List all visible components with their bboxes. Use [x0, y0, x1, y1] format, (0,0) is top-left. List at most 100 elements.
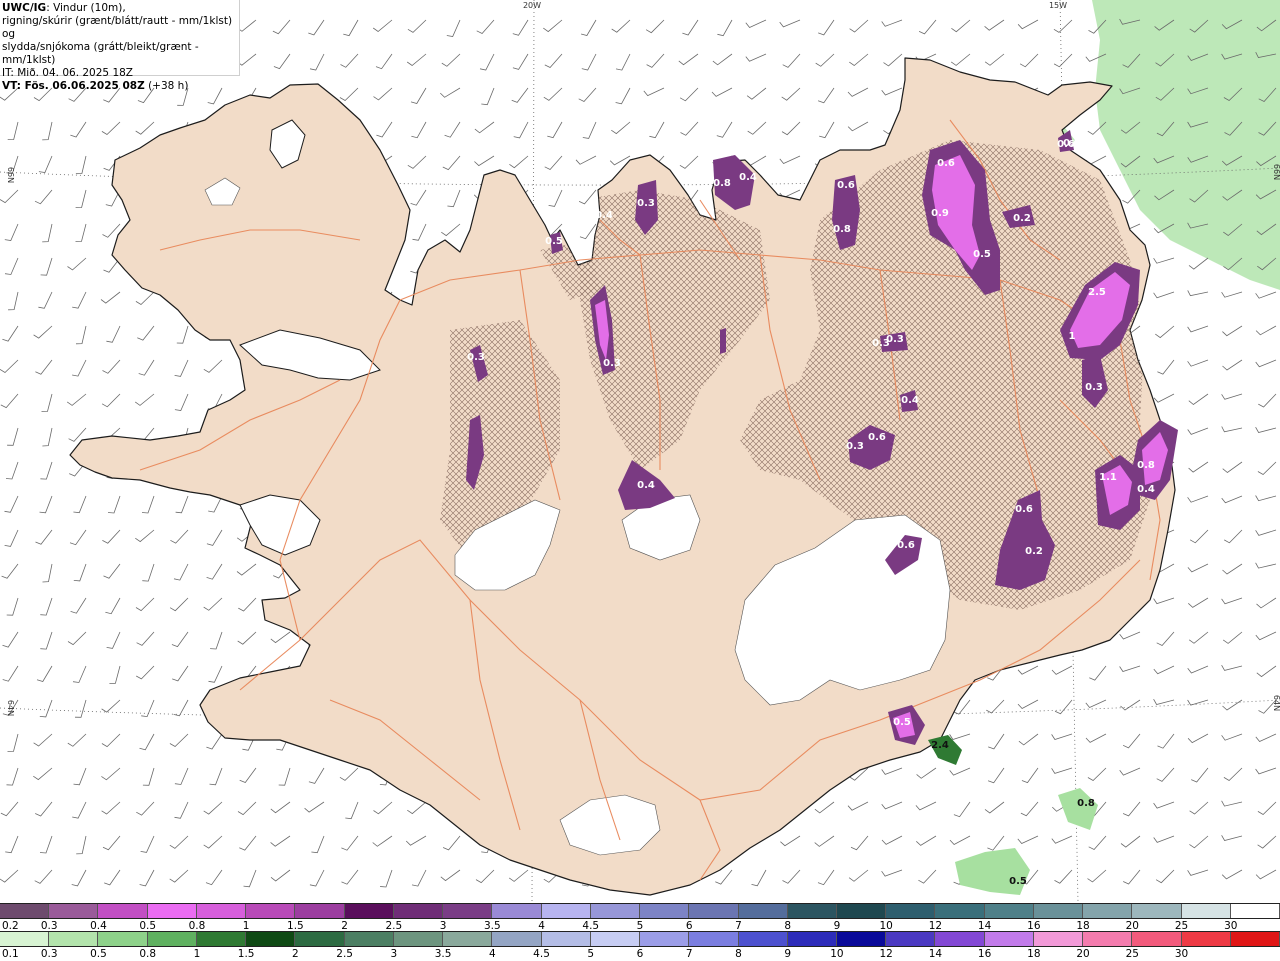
- precip-value-label: 0.4: [595, 210, 613, 221]
- lat-label-64n-right: 64N: [1272, 695, 1280, 711]
- scale-swatch: [787, 932, 837, 946]
- lat-label-64n-left: 64N: [6, 700, 15, 716]
- scale-swatch: [295, 904, 345, 918]
- scale-swatch: [787, 904, 837, 918]
- scale-swatch: [393, 904, 444, 918]
- precip-value-label: 0.8: [1137, 460, 1155, 471]
- precip-value-label: 0.4: [1137, 484, 1155, 495]
- scale-swatch: [1033, 904, 1084, 918]
- precip-value-label: 0.3: [1085, 382, 1103, 393]
- scale-swatch: [492, 904, 542, 918]
- scale-swatch: [738, 932, 788, 946]
- lat-label-66n-left: 66N: [6, 167, 15, 183]
- scale-swatch: [98, 904, 148, 918]
- scale-swatch: [640, 904, 690, 918]
- weather-map: 0.6 0.2 0.4 0.3 0.5 0.8 0.4 0.6 0.8 0.6 0.9 0.5 0.2 2…: [0, 0, 1280, 902]
- scale-swatch: [935, 932, 985, 946]
- precip-value-label: 0.6: [1057, 139, 1075, 150]
- lead-time: (+38 h): [148, 80, 189, 92]
- snow-color-scale: 0.2 0.3 0.4 0.5 0.8 1 1.5 2 2.5 3 3.5 4 4.5 5 6 7 8 9 10 12…: [0, 903, 1280, 933]
- precip-value-label: 2.5: [1088, 287, 1106, 298]
- precip-value-label: 0.8: [833, 224, 851, 235]
- scale-tick-label: 30: [1174, 948, 1189, 960]
- scale-swatch: [1230, 932, 1280, 946]
- scale-swatch: [0, 904, 50, 918]
- scale-tick-label: 8: [735, 948, 742, 960]
- lon-label-15w: 15W: [1049, 1, 1067, 10]
- scale-swatch: [295, 932, 345, 946]
- scale-swatch: [98, 932, 148, 946]
- precip-value-label: 0.9: [931, 208, 949, 219]
- scale-swatch: [147, 932, 197, 946]
- scale-swatch: [1132, 904, 1182, 918]
- precip-value-label: 0.5: [545, 236, 563, 247]
- scale-swatch: [689, 904, 739, 918]
- scale-tick-label: 25: [1125, 948, 1139, 960]
- precip-value-label: 2.4: [931, 740, 949, 751]
- map-info-box: UWC/IG: Vindur (10m), rigning/skúrir (gr…: [0, 0, 240, 92]
- precip-value-label: 0.5: [973, 249, 991, 260]
- lat-label-66n-right: 66N: [1272, 164, 1280, 180]
- scale-tick-label: 9: [784, 948, 792, 960]
- scale-swatch: [836, 932, 887, 946]
- scale-swatch: [1083, 932, 1133, 946]
- scale-swatch: [1132, 932, 1182, 946]
- scale-tick-label: 0.8: [139, 948, 157, 960]
- scale-tick-label: 4.5: [533, 948, 550, 960]
- precip-value-label: 0.5: [1009, 876, 1027, 887]
- scale-swatch: [344, 932, 394, 946]
- scale-tick-label: 3: [390, 948, 398, 960]
- precip-value-label: 0.2: [1025, 546, 1043, 557]
- scale-swatch: [0, 932, 50, 946]
- scale-swatch: [443, 932, 493, 946]
- valid-time: VT: Fös. 06.06.2025 08Z: [2, 80, 145, 92]
- scale-swatch: [738, 904, 788, 918]
- scale-swatch: [443, 904, 493, 918]
- precip-value-label: 0.4: [901, 395, 919, 406]
- scale-swatch: [836, 904, 887, 918]
- title-line-2: rigning/skúrir (grænt/blátt/rautt - mm/1…: [2, 15, 233, 40]
- scale-swatch: [344, 904, 394, 918]
- scale-swatch: [886, 932, 936, 946]
- precip-value-label: 1.1: [1099, 472, 1117, 483]
- scale-tick-label: 16: [977, 948, 992, 960]
- scale-swatch: [1033, 932, 1084, 946]
- scale-swatch: [393, 932, 444, 946]
- scale-tick-label: 2.5: [336, 948, 353, 960]
- rain-scale-bar: [0, 931, 1280, 947]
- scale-swatch: [984, 904, 1034, 918]
- precip-value-label: 0.6: [837, 180, 855, 191]
- precip-value-label: 0.8: [1077, 798, 1095, 809]
- rain-scale-labels: 0.1 0.3 0.5 0.8 1 1.5 2 2.5 3 3.5 4 4.5 5 6 7 8 9 10 12 14 1…: [0, 947, 1280, 961]
- precip-value-label: 0.3: [846, 441, 864, 452]
- model-name: UWC/IG: [2, 2, 47, 14]
- precip-value-label: 0.4: [637, 480, 655, 491]
- scale-swatch: [1083, 904, 1133, 918]
- scale-swatch: [886, 904, 936, 918]
- scale-swatch: [590, 932, 641, 946]
- scale-swatch: [246, 904, 296, 918]
- precip-value-label: 0.6: [937, 158, 955, 169]
- precip-value-label: 0.6: [1015, 504, 1033, 515]
- scale-tick-label: 5: [587, 948, 595, 960]
- precip-value-label: 0.3: [886, 334, 904, 345]
- scale-swatch: [49, 932, 99, 946]
- scale-swatch: [196, 904, 247, 918]
- scale-swatch: [689, 932, 739, 946]
- scale-swatch: [147, 904, 197, 918]
- scale-swatch: [196, 932, 247, 946]
- rain-color-scale: 0.1 0.3 0.5 0.8 1 1.5 2 2.5 3 3.5 4 4.5 5 6 7 8 9 10 12 14 1…: [0, 931, 1280, 961]
- precip-value-label: 1: [1069, 331, 1076, 342]
- precip-value-label: 0.2: [1013, 213, 1031, 224]
- title-line-1: : Vindur (10m),: [46, 2, 126, 14]
- scale-swatch: [492, 932, 542, 946]
- scale-swatch: [541, 932, 591, 946]
- scale-swatch: [640, 932, 690, 946]
- precip-value-label: 0.6: [897, 540, 915, 551]
- precip-value-label: 0.4: [739, 172, 757, 183]
- precip-value-label: 0.8: [713, 178, 731, 189]
- scale-swatch: [984, 932, 1034, 946]
- scale-swatch: [541, 904, 591, 918]
- scale-swatch: [1181, 932, 1231, 946]
- scale-swatch: [1230, 904, 1280, 918]
